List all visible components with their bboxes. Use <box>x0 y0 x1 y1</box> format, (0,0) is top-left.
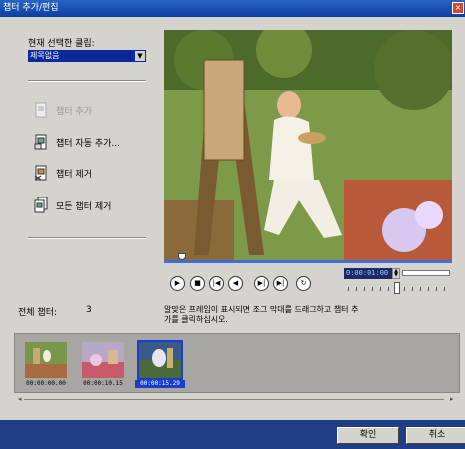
volume-slider[interactable] <box>402 270 450 276</box>
chapter-dialog: 챕터 추가/편집 × 현재 선택한 클립: 제목없음 ▼ 챕터 추가 챕터 자동… <box>0 0 465 449</box>
timecode-field[interactable]: 0:00:01:00 <box>344 268 392 279</box>
divider <box>28 237 146 239</box>
remove-chapter-button[interactable]: 챕터 제거 <box>34 164 92 182</box>
play-icon[interactable]: ▶ <box>170 276 185 291</box>
go-to-start-icon[interactable]: |◀ <box>209 276 224 291</box>
close-icon[interactable]: × <box>452 2 464 14</box>
instruction-text: 알맞은 프레임이 표시되면 조그 막대를 드래그하고 챕터 추가를 클릭하십시오… <box>164 305 359 324</box>
add-chapter-label: 챕터 추가 <box>56 106 92 117</box>
chapter-strip-scrollbar[interactable]: ◂ ▸ <box>14 395 460 405</box>
add-chapter-button[interactable]: 챕터 추가 <box>34 101 92 119</box>
auto-add-chapter-button[interactable]: 챕터 자동 추가... <box>34 133 120 151</box>
remove-all-chapters-button[interactable]: 모든 챕터 제거 <box>34 196 111 214</box>
video-frame-image <box>164 30 452 261</box>
jog-handle[interactable] <box>394 282 400 294</box>
scroll-track[interactable] <box>24 399 444 400</box>
thumbnail-image <box>25 342 67 378</box>
window-title: 챕터 추가/편집 <box>3 3 59 13</box>
scroll-left-icon[interactable]: ◂ <box>18 395 22 403</box>
previous-frame-icon[interactable]: ◀ <box>228 276 243 291</box>
clip-select[interactable]: 제목없음 ▼ <box>28 50 146 62</box>
chapter-thumbnail[interactable]: 00:00:10.15 <box>78 340 128 388</box>
ok-button[interactable]: 확인 <box>337 427 399 444</box>
thumbnail-image <box>82 342 124 378</box>
chevron-down-icon[interactable]: ▼ <box>135 51 145 61</box>
stop-icon[interactable]: ■ <box>190 276 205 291</box>
go-to-end-icon[interactable]: ▶| <box>273 276 288 291</box>
chapter-thumbnail[interactable]: 00:00:00.00 <box>21 340 71 388</box>
chapter-thumbnail[interactable]: 00:00:15.29 <box>135 340 185 388</box>
cancel-button[interactable]: 취소 <box>406 427 465 444</box>
next-frame-icon[interactable]: ▶| <box>254 276 269 291</box>
total-chapters-label: 전체 챕터: <box>18 308 58 318</box>
chapter-timecode: 00:00:15.29 <box>135 380 185 388</box>
divider <box>28 80 146 82</box>
timecode-stepper[interactable]: ▲ ▼ <box>392 268 400 279</box>
clip-select-value: 제목없음 <box>30 51 60 60</box>
remove-chapter-icon <box>34 165 48 181</box>
scrub-bar[interactable] <box>164 260 452 263</box>
current-clip-label: 현재 선택한 클립: <box>28 39 95 49</box>
auto-chapter-icon <box>34 134 48 150</box>
remove-all-label: 모든 챕터 제거 <box>56 201 112 212</box>
title-bar: 챕터 추가/편집 × <box>0 0 465 17</box>
auto-add-chapter-label: 챕터 자동 추가... <box>56 138 120 149</box>
chapter-thumbnail-strip: 00:00:00.00 00:00:10.15 00:00:15.29 <box>14 333 460 393</box>
total-chapters-count: 3 <box>86 305 92 315</box>
chapter-timecode: 00:00:00.00 <box>26 380 66 387</box>
thumbnail-image <box>137 340 183 380</box>
scroll-right-icon[interactable]: ▸ <box>450 395 454 403</box>
chapter-timecode: 00:00:10.15 <box>83 380 123 387</box>
remove-chapter-label: 챕터 제거 <box>56 169 92 180</box>
add-chapter-icon <box>34 102 48 118</box>
video-preview <box>164 30 452 261</box>
repeat-icon[interactable]: ↻ <box>296 276 311 291</box>
remove-all-icon <box>34 196 48 213</box>
